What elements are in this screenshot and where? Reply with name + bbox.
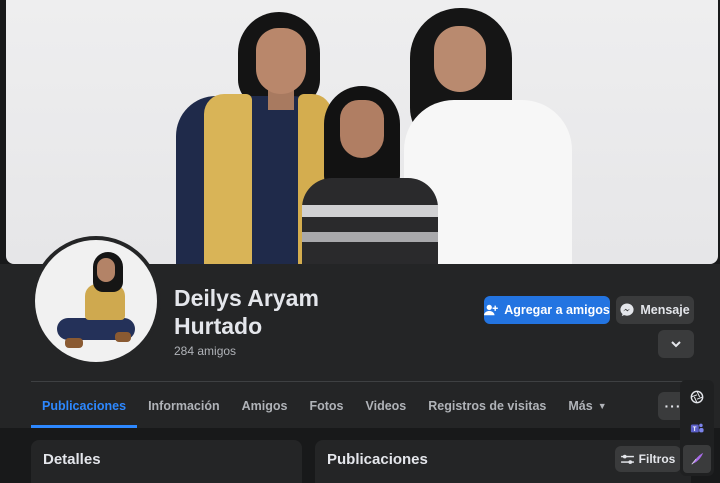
tab-label: Publicaciones: [42, 398, 127, 413]
avatar-figure: [115, 332, 131, 342]
avatar-figure: [97, 258, 115, 282]
tab-publicaciones[interactable]: Publicaciones: [31, 386, 138, 428]
tab-informacion[interactable]: Información: [137, 386, 231, 426]
tab-label: Videos: [365, 399, 407, 413]
add-friend-button[interactable]: Agregar a amigos: [484, 296, 610, 324]
messenger-icon: [620, 303, 634, 317]
tab-label: Información: [148, 399, 220, 413]
more-options-button[interactable]: [658, 330, 694, 358]
cover-figure: [256, 28, 306, 94]
posts-title: Publicaciones: [327, 451, 428, 468]
cover-figure: [302, 205, 438, 217]
tab-label: Amigos: [241, 399, 288, 413]
tab-videos[interactable]: Videos: [354, 386, 417, 426]
more-dots-icon: ···: [664, 398, 682, 414]
profile-name: Deilys Aryam Hurtado: [174, 285, 319, 339]
extension-sidebar: T: [680, 380, 714, 476]
friends-count[interactable]: 284 amigos: [174, 344, 236, 358]
posts-card: Publicaciones Filtros: [315, 440, 691, 483]
teams-icon: T: [690, 423, 704, 433]
tab-registros-de-visitas[interactable]: Registros de visitas: [417, 386, 557, 426]
filters-icon: [620, 454, 634, 464]
extension-button[interactable]: T: [683, 414, 711, 442]
message-button[interactable]: Mensaje: [616, 296, 694, 324]
add-person-icon: [484, 304, 499, 316]
cover-figure: [340, 100, 384, 158]
filters-button[interactable]: Filtros: [615, 446, 681, 472]
tab-amigos[interactable]: Amigos: [231, 386, 299, 426]
chevron-down-icon: [671, 341, 681, 348]
profile-picture[interactable]: [31, 236, 161, 366]
tab-label: Fotos: [309, 399, 344, 413]
extension-button[interactable]: [683, 445, 711, 473]
header-divider: [31, 381, 691, 382]
details-card: Detalles: [31, 440, 302, 483]
cover-figure: [434, 26, 486, 92]
tab-mas[interactable]: Más ▼: [557, 386, 617, 426]
cover-figure: [204, 94, 252, 264]
avatar[interactable]: [35, 240, 157, 362]
caret-down-icon: ▼: [597, 401, 607, 411]
tab-fotos[interactable]: Fotos: [298, 386, 354, 426]
aperture-icon: [690, 390, 704, 404]
cover-photo[interactable]: [6, 0, 718, 264]
filters-label: Filtros: [638, 452, 676, 466]
quill-icon: [691, 452, 704, 465]
tab-label: Más: [568, 399, 593, 413]
add-friend-label: Agregar a amigos: [504, 303, 610, 317]
profile-tabs: Publicaciones Información Amigos Fotos V…: [31, 386, 618, 428]
extension-button[interactable]: [683, 383, 711, 411]
avatar-figure: [65, 338, 83, 348]
details-title: Detalles: [43, 451, 101, 468]
svg-text:T: T: [693, 426, 697, 433]
cover-figure: [302, 178, 438, 264]
message-label: Mensaje: [640, 303, 690, 317]
cover-figure: [302, 232, 438, 242]
tab-label: Registros de visitas: [428, 399, 547, 413]
